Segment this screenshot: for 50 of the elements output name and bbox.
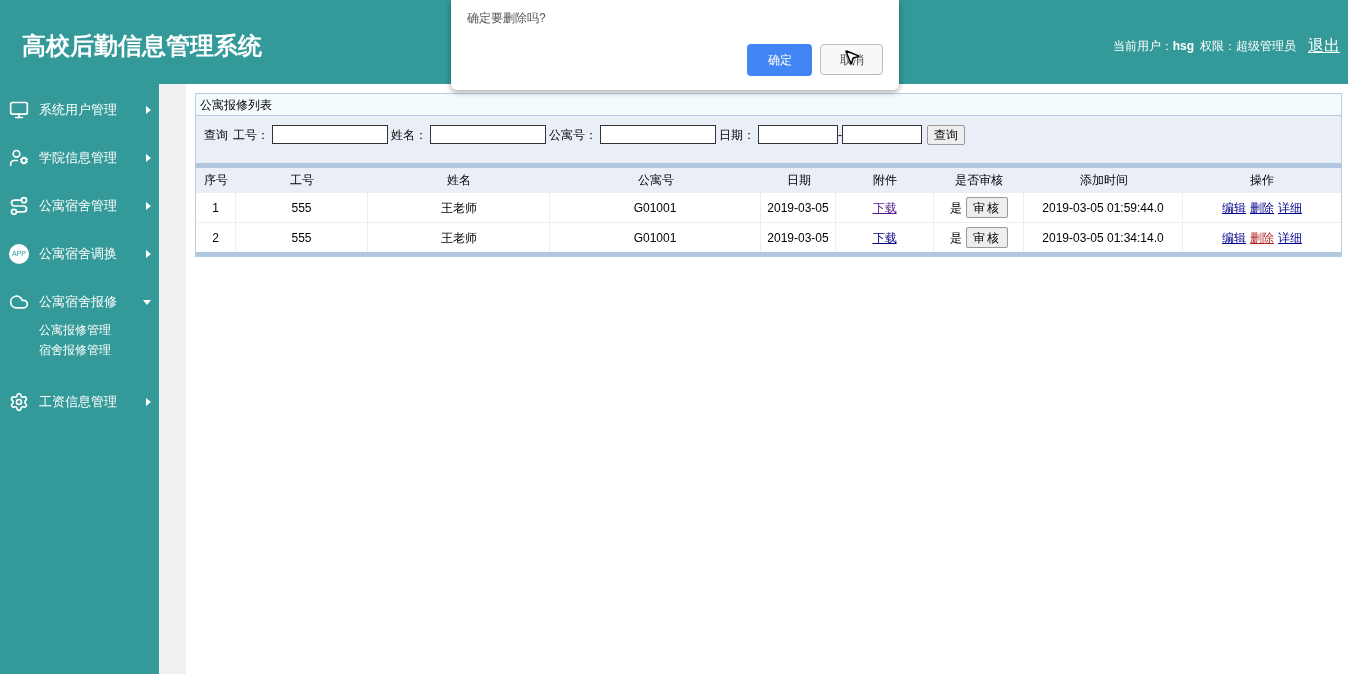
column-header: 操作 bbox=[1249, 172, 1275, 189]
column-header: 姓名 bbox=[446, 172, 472, 189]
search-label: 查询 bbox=[204, 127, 228, 144]
action-link[interactable]: 详细 bbox=[1278, 198, 1302, 217]
caret-icon bbox=[143, 299, 151, 305]
user-role: 权限：超级管理员 bbox=[1200, 38, 1296, 55]
field-label: 日期： bbox=[719, 127, 755, 144]
user-gear-icon bbox=[9, 148, 29, 168]
download-link[interactable]: 下载 bbox=[872, 228, 897, 247]
column-header: 公寓号 bbox=[636, 172, 675, 189]
review-button[interactable]: 审核 bbox=[965, 227, 1008, 248]
caret-icon bbox=[146, 398, 151, 406]
field-label: 姓名： bbox=[391, 127, 427, 144]
download-link[interactable]: 下载 bbox=[872, 198, 897, 217]
confirm-button[interactable]: 确定 bbox=[747, 44, 812, 76]
review-button[interactable]: 审核 bbox=[965, 197, 1008, 218]
column-header: 日期 bbox=[785, 172, 812, 189]
column-header: 附件 bbox=[872, 172, 898, 189]
table-cell-text: 是 bbox=[949, 199, 962, 217]
monitor-icon bbox=[9, 100, 29, 120]
gear-icon bbox=[9, 392, 29, 412]
caret-icon bbox=[146, 154, 151, 162]
column-header: 添加时间 bbox=[1078, 172, 1129, 189]
search-field[interactable] bbox=[758, 125, 838, 144]
search-field[interactable] bbox=[842, 125, 922, 144]
panel-title: 公寓报修列表 bbox=[196, 94, 1341, 116]
dialog-message: 确定要删除吗? bbox=[467, 10, 547, 27]
app-title: 高校后勤信息管理系统 bbox=[22, 30, 262, 62]
column-header: 是否审核 bbox=[954, 172, 1004, 189]
caret-icon bbox=[146, 106, 151, 114]
field-label: 工号： bbox=[233, 127, 269, 144]
action-link[interactable]: 删除 bbox=[1250, 228, 1274, 247]
caret-icon bbox=[146, 250, 151, 258]
search-field[interactable] bbox=[600, 125, 716, 144]
search-field[interactable] bbox=[272, 125, 388, 144]
search-button[interactable]: 查询 bbox=[927, 125, 965, 145]
column-header: 序号 bbox=[203, 172, 229, 189]
current-user: 当前用户：hsg bbox=[1112, 38, 1194, 55]
action-link[interactable]: 删除 bbox=[1250, 198, 1274, 217]
action-link[interactable]: 编辑 bbox=[1222, 198, 1246, 217]
route-icon bbox=[9, 196, 29, 216]
field-label: 公寓号： bbox=[549, 127, 597, 144]
search-field[interactable] bbox=[430, 125, 546, 144]
action-link[interactable]: 详细 bbox=[1278, 228, 1302, 247]
action-link[interactable]: 编辑 bbox=[1222, 228, 1246, 247]
caret-icon bbox=[146, 202, 151, 210]
cloud-icon bbox=[9, 292, 29, 312]
column-header: 工号 bbox=[289, 172, 315, 189]
table-cell-text: 是 bbox=[949, 229, 962, 247]
range-separator: - bbox=[838, 127, 842, 144]
